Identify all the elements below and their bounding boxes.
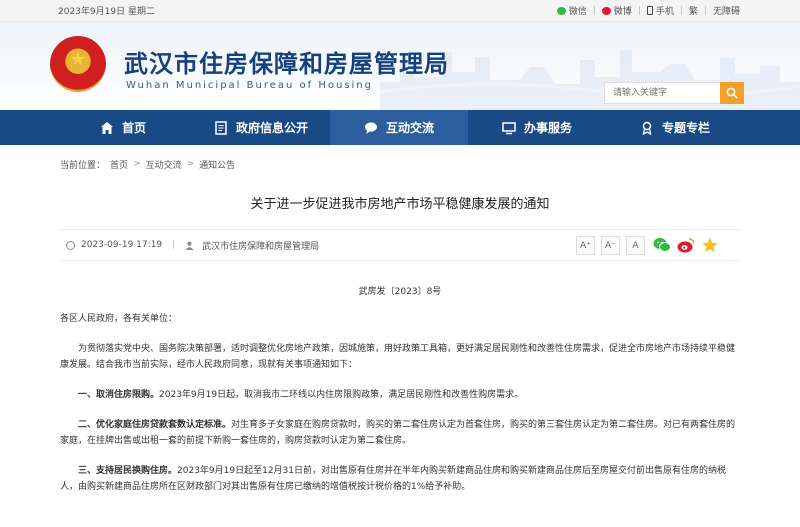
nav-home[interactable]: 首页	[54, 110, 192, 145]
divider: |	[172, 240, 176, 250]
nav-services[interactable]: 办事服务	[468, 110, 606, 145]
font-size-increase-button[interactable]: A⁺	[576, 236, 595, 255]
weibo-share-icon[interactable]	[677, 237, 695, 253]
breadcrumb-home[interactable]: 首页	[110, 158, 128, 171]
breadcrumb: 当前位置： 首页 > 互动交流 > 通知公告	[0, 145, 800, 183]
font-size-decrease-button[interactable]: A⁻	[601, 236, 620, 255]
section-paragraph: 三、支持居民换购住房。2023年9月19日起至12月31日前，对出售原有住房并在…	[60, 463, 740, 495]
document-icon	[215, 120, 227, 135]
clock-icon	[66, 240, 75, 250]
publish-datetime: 2023-09-19 17:19	[81, 240, 163, 250]
salutation: 各区人民政府，各有关单位：	[60, 314, 178, 324]
monitor-icon	[502, 121, 516, 134]
article-body: 各区人民政府，各有关单位： 为贯彻落实党中央、国务院决策部署，适时调整优化房地产…	[0, 311, 800, 495]
search-input[interactable]	[604, 82, 720, 104]
breadcrumb-separator: >	[133, 159, 141, 169]
site-header: 武汉市住房保障和房屋管理局 Wuhan Municipal Bureau of …	[0, 22, 800, 110]
section-heading: 二、优化家庭住房贷款套数认定标准。	[78, 420, 232, 430]
section-paragraph: 二、优化家庭住房贷款套数认定标准。对生育多子女家庭在购房贷款时，购买的第二套住房…	[60, 417, 740, 449]
document-number: 武房发〔2023〕8号	[358, 287, 442, 297]
article-source: 武汉市住房保障和房屋管理局	[202, 241, 320, 252]
utility-links: 微信 | 微博 | 手机 | 繁 | 无障碍	[556, 4, 740, 17]
site-title: 武汉市住房保障和房屋管理局	[124, 50, 449, 78]
search-box	[604, 82, 746, 104]
wechat-link[interactable]: 微信	[556, 4, 587, 17]
divider: |	[592, 5, 596, 16]
nav-special-topics[interactable]: 专题专栏	[606, 110, 744, 145]
site-title-english: Wuhan Municipal Bureau of Housing	[126, 80, 373, 91]
source-icon	[185, 241, 194, 250]
font-size-controls: A⁺ A⁻ A	[576, 236, 645, 255]
traditional-chinese-link[interactable]: 繁	[689, 4, 698, 17]
breadcrumb-prefix: 当前位置：	[60, 160, 106, 171]
intro-paragraph: 为贯彻落实党中央、国务院决策部署，适时调整优化房地产政策，因城施策，用好政策工具…	[60, 344, 736, 370]
weibo-icon	[601, 6, 611, 15]
national-emblem-logo	[50, 36, 106, 92]
divider: |	[637, 5, 641, 16]
section-heading: 一、取消住房限购。	[78, 390, 160, 400]
divider: |	[703, 5, 707, 16]
wechat-icon	[556, 6, 566, 15]
search-icon	[726, 87, 738, 99]
share-buttons	[653, 237, 719, 253]
home-icon	[100, 121, 113, 134]
section-heading: 三、支持居民换购住房。	[78, 466, 178, 476]
breadcrumb-notices[interactable]: 通知公告	[199, 158, 235, 171]
main-nav: 首页 政府信息公开 互动交流 办事服务 专题专栏	[0, 110, 800, 145]
nav-government-info[interactable]: 政府信息公开	[192, 110, 330, 145]
article-meta-bar: 2023-09-19 17:19 | 武汉市住房保障和房屋管理局 A⁺ A⁻ A	[60, 229, 740, 261]
current-date: 2023年9月19日 星期二	[58, 7, 155, 17]
mobile-link[interactable]: 手机	[646, 4, 674, 17]
font-size-default-button[interactable]: A	[626, 236, 645, 255]
wechat-share-icon[interactable]	[653, 237, 671, 253]
search-button[interactable]	[720, 82, 744, 104]
section-text: 2023年9月19日起，取消我市二环线以内住房限购政策，满足居民刚性和改善性购房…	[159, 390, 524, 400]
breadcrumb-interaction[interactable]: 互动交流	[146, 158, 182, 171]
weibo-link[interactable]: 微博	[601, 4, 632, 17]
breadcrumb-separator: >	[186, 159, 195, 169]
section-paragraph: 一、取消住房限购。2023年9月19日起，取消我市二环线以内住房限购政策，满足居…	[60, 387, 740, 403]
favorite-star-icon[interactable]	[701, 237, 719, 253]
accessibility-link[interactable]: 无障碍	[713, 4, 740, 17]
chat-icon	[364, 121, 377, 134]
phone-icon	[646, 6, 653, 15]
ribbon-icon	[642, 121, 652, 135]
divider: |	[679, 5, 683, 16]
article-title: 关于进一步促进我市房地产市场平稳健康发展的通知	[250, 197, 550, 212]
top-utility-bar: 2023年9月19日 星期二 微信 | 微博 | 手机 | 繁 | 无障碍	[0, 0, 800, 22]
nav-interaction[interactable]: 互动交流	[330, 110, 468, 145]
